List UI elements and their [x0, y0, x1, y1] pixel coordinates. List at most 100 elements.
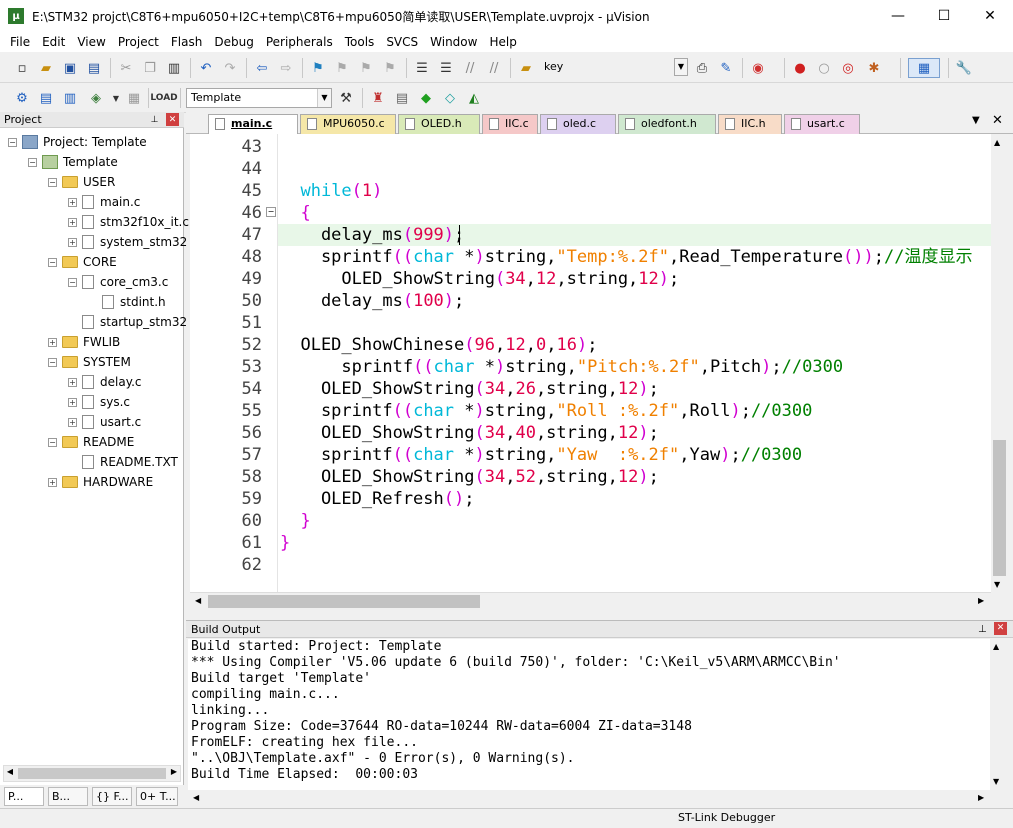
- file-tab[interactable]: main.c: [208, 114, 298, 134]
- tree-item-folder[interactable]: + HARDWARE: [48, 472, 153, 492]
- menu-edit[interactable]: Edit: [36, 32, 71, 52]
- collapse-icon[interactable]: −: [48, 177, 57, 187]
- kill-breakpoints-icon[interactable]: ✱: [864, 58, 884, 78]
- manage-rte-icon[interactable]: ◆: [416, 88, 436, 108]
- tree-item-folder[interactable]: − USER: [48, 172, 115, 192]
- paste-icon[interactable]: ▥: [164, 58, 184, 78]
- file-tab[interactable]: MPU6050.c: [300, 114, 396, 134]
- tree-item-file[interactable]: README.TXT: [68, 452, 178, 472]
- tree-item-file[interactable]: − core_cm3.c: [68, 272, 168, 292]
- target-options-icon[interactable]: ⚒: [336, 88, 356, 108]
- build-icon[interactable]: ▤: [36, 88, 56, 108]
- code-line[interactable]: OLED_Refresh();: [280, 488, 475, 510]
- code-line[interactable]: }: [280, 532, 290, 554]
- undo-icon[interactable]: ↶: [196, 58, 216, 78]
- tree-item-file[interactable]: stdint.h: [88, 292, 166, 312]
- code-line[interactable]: delay_ms(999);: [280, 224, 464, 246]
- find-combo[interactable]: key ▼: [540, 58, 688, 78]
- collapse-icon[interactable]: −: [48, 357, 57, 367]
- open-folder-icon[interactable]: ▰: [36, 58, 56, 78]
- unindent-icon[interactable]: ☰: [436, 58, 456, 78]
- file-tab[interactable]: IIC.h: [718, 114, 782, 134]
- scroll-right-icon[interactable]: ▶: [978, 596, 984, 605]
- tree-item-file[interactable]: + sys.c: [68, 392, 130, 412]
- tree-item-file[interactable]: + system_stm32: [68, 232, 187, 252]
- close-button[interactable]: ✕: [967, 0, 1013, 32]
- find-icon[interactable]: ⎙: [692, 58, 712, 78]
- batch-build-icon[interactable]: ◈: [86, 88, 106, 108]
- bookmark-toggle-icon[interactable]: ⚑: [308, 58, 328, 78]
- file-tab[interactable]: oledfont.h: [618, 114, 716, 134]
- collapse-icon[interactable]: −: [48, 257, 57, 267]
- comment-icon[interactable]: //: [460, 58, 480, 78]
- debug-session-icon[interactable]: ◉: [748, 58, 768, 78]
- project-horizontal-scrollbar[interactable]: ◀ ▶: [3, 765, 181, 782]
- scrollbar-thumb[interactable]: [18, 768, 166, 779]
- expand-icon[interactable]: +: [48, 477, 57, 487]
- scroll-left-icon[interactable]: ◀: [195, 596, 201, 605]
- pin-icon[interactable]: ⊥: [148, 113, 161, 126]
- code-line[interactable]: sprintf((char *)string,"Pitch:%.2f",Pitc…: [280, 356, 843, 378]
- file-tab[interactable]: IIC.c: [482, 114, 538, 134]
- scroll-down-icon[interactable]: ▼: [993, 777, 999, 786]
- scroll-left-icon[interactable]: ◀: [5, 767, 15, 780]
- collapse-icon[interactable]: −: [48, 437, 57, 447]
- expand-icon[interactable]: +: [68, 417, 77, 427]
- scroll-right-icon[interactable]: ▶: [978, 793, 984, 802]
- code-line[interactable]: sprintf((char *)string,"Roll :%.2f",Roll…: [280, 400, 812, 422]
- menu-peripherals[interactable]: Peripherals: [260, 32, 339, 52]
- select-software-icon[interactable]: ◭: [464, 88, 484, 108]
- tree-item-file[interactable]: startup_stm32: [68, 312, 187, 332]
- scroll-left-icon[interactable]: ◀: [193, 793, 199, 802]
- enable-breakpoint-icon[interactable]: ○: [814, 58, 834, 78]
- indent-icon[interactable]: ☰: [412, 58, 432, 78]
- build-horizontal-scrollbar[interactable]: ◀ ▶: [188, 790, 990, 807]
- navigate-back-icon[interactable]: ⇦: [252, 58, 272, 78]
- new-file-icon[interactable]: ▫: [12, 58, 32, 78]
- close-icon[interactable]: ✕: [994, 622, 1007, 635]
- tab-functions[interactable]: {} F...: [92, 787, 132, 806]
- close-icon[interactable]: ✕: [166, 113, 179, 126]
- download-load-icon[interactable]: LOAD: [150, 88, 177, 108]
- bookmark-next-icon[interactable]: ⚑: [356, 58, 376, 78]
- close-editor-icon[interactable]: ✕: [992, 113, 1003, 128]
- disable-breakpoints-icon[interactable]: ◎: [838, 58, 858, 78]
- cut-icon[interactable]: ✂: [116, 58, 136, 78]
- chevron-down-icon[interactable]: ▼: [317, 89, 331, 107]
- tree-item-folder[interactable]: − README: [48, 432, 134, 452]
- expand-icon[interactable]: +: [68, 197, 77, 207]
- minimize-button[interactable]: —: [875, 0, 921, 32]
- tab-project[interactable]: P...: [4, 787, 44, 806]
- collapse-icon[interactable]: −: [68, 277, 77, 287]
- expand-icon[interactable]: +: [48, 337, 57, 347]
- code-line[interactable]: }: [280, 510, 310, 532]
- menu-help[interactable]: Help: [483, 32, 522, 52]
- file-tab[interactable]: usart.c: [784, 114, 860, 134]
- build-vertical-scrollbar[interactable]: ▲ ▼: [990, 639, 1007, 790]
- tab-list-icon[interactable]: ▼: [972, 115, 980, 126]
- maximize-button[interactable]: ☐: [921, 0, 967, 32]
- code-line[interactable]: while(1): [280, 180, 382, 202]
- pack-installer-icon[interactable]: ◇: [440, 88, 460, 108]
- code-line[interactable]: {: [280, 202, 310, 224]
- tree-item-group[interactable]: − Template: [28, 152, 118, 172]
- pin-icon[interactable]: ⊥: [978, 621, 987, 638]
- file-tab[interactable]: OLED.h: [398, 114, 480, 134]
- expand-icon[interactable]: +: [68, 397, 77, 407]
- file-tab[interactable]: oled.c: [540, 114, 616, 134]
- collapse-icon[interactable]: −: [8, 137, 17, 147]
- tree-item-file[interactable]: + delay.c: [68, 372, 142, 392]
- code-line[interactable]: sprintf((char *)string,"Temp:%.2f",Read_…: [280, 246, 973, 268]
- tree-item-folder[interactable]: − CORE: [48, 252, 117, 272]
- select-packs-icon[interactable]: ▤: [392, 88, 412, 108]
- code-editor[interactable]: 43 44 45 46 47 48 49 50 51 52 53 54 55 56 57 58 59 60 61 62…: [190, 134, 991, 592]
- scroll-up-icon[interactable]: ▲: [994, 138, 1000, 147]
- expand-icon[interactable]: +: [68, 377, 77, 387]
- menu-tools[interactable]: Tools: [339, 32, 381, 52]
- code-line[interactable]: sprintf((char *)string,"Yaw :%.2f",Yaw);…: [280, 444, 802, 466]
- menu-window[interactable]: Window: [424, 32, 483, 52]
- expand-icon[interactable]: +: [68, 237, 77, 247]
- target-select[interactable]: Template ▼: [186, 88, 332, 108]
- scroll-down-icon[interactable]: ▼: [994, 580, 1000, 589]
- collapse-icon[interactable]: −: [28, 157, 37, 167]
